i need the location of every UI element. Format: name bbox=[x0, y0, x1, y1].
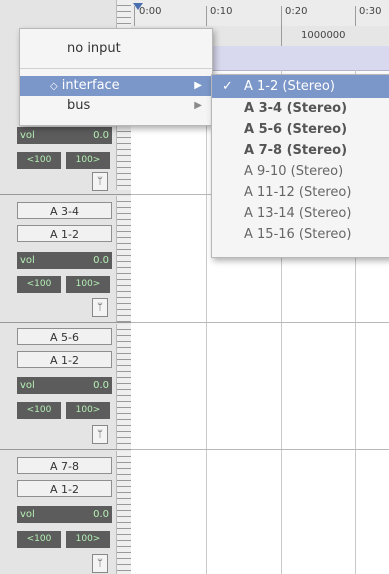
track-2-volume[interactable]: vol 0.0 bbox=[17, 252, 112, 269]
track-divider bbox=[0, 194, 131, 195]
track-1-pan-left[interactable]: <100 bbox=[17, 152, 61, 169]
track-lane-divider bbox=[131, 449, 389, 450]
track-4-level-meter bbox=[116, 451, 131, 574]
time-label: 0:30 bbox=[359, 6, 382, 17]
submenu-item-a11-12[interactable]: A 11-12 (Stereo) bbox=[212, 182, 389, 203]
time-tick bbox=[206, 6, 207, 26]
submenu-item-a7-8[interactable]: A 7-8 (Stereo) bbox=[212, 140, 389, 161]
track-4-pan-right[interactable]: 100> bbox=[66, 531, 110, 548]
submenu-item-a13-14[interactable]: A 13-14 (Stereo) bbox=[212, 203, 389, 224]
track-3-pan-right[interactable]: 100> bbox=[66, 402, 110, 419]
interface-submenu: ✓ A 1-2 (Stereo) A 3-4 (Stereo) A 5-6 (S… bbox=[211, 74, 389, 258]
submenu-item-a1-2[interactable]: ✓ A 1-2 (Stereo) bbox=[212, 75, 389, 98]
input-source-menu: no input ◇ interface ▶ bus ▶ bbox=[19, 28, 213, 126]
track-divider bbox=[0, 322, 131, 323]
track-3-pan-left[interactable]: <100 bbox=[17, 402, 61, 419]
submenu-item-a5-6[interactable]: A 5-6 (Stereo) bbox=[212, 119, 389, 140]
track-2-pan-left[interactable]: <100 bbox=[17, 276, 61, 293]
track-3-level-meter bbox=[116, 324, 131, 449]
menu-item-bus[interactable]: bus ▶ bbox=[20, 96, 212, 116]
submenu-item-a3-4[interactable]: A 3-4 (Stereo) bbox=[212, 98, 389, 119]
submenu-arrow-icon: ▶ bbox=[194, 100, 202, 111]
submenu-arrow-icon: ▶ bbox=[194, 80, 202, 91]
menu-item-interface[interactable]: ◇ interface ▶ bbox=[20, 76, 212, 96]
track-3-output-button[interactable]: A 1-2 bbox=[17, 351, 112, 368]
track-2-output-button[interactable]: A 1-2 bbox=[17, 225, 112, 242]
track-2-level-meter bbox=[116, 196, 131, 322]
track-lane-divider bbox=[131, 322, 389, 323]
track-3-input-button[interactable]: A 5-6 bbox=[17, 328, 112, 345]
fader-icon[interactable]: ᛘ bbox=[92, 298, 108, 317]
track-1-volume[interactable]: vol 0.0 bbox=[17, 127, 112, 144]
track-4-input-button[interactable]: A 7-8 bbox=[17, 457, 112, 474]
track-divider bbox=[0, 449, 131, 450]
fader-icon[interactable]: ᛘ bbox=[92, 172, 108, 191]
time-tick bbox=[281, 6, 282, 26]
track-4-pan-left[interactable]: <100 bbox=[17, 531, 61, 548]
menu-item-no-input[interactable]: no input bbox=[20, 37, 212, 61]
track-1-pan-right[interactable]: 100> bbox=[66, 152, 110, 169]
track-4-volume[interactable]: vol 0.0 bbox=[17, 506, 112, 523]
track-4-output-button[interactable]: A 1-2 bbox=[17, 480, 112, 497]
fader-icon[interactable]: ᛘ bbox=[92, 425, 108, 444]
diamond-icon: ◇ bbox=[50, 81, 58, 92]
track-2-pan-right[interactable]: 100> bbox=[66, 276, 110, 293]
bar-tick bbox=[281, 26, 282, 46]
time-label: 0:10 bbox=[210, 6, 233, 17]
playhead-icon[interactable] bbox=[133, 3, 143, 10]
submenu-item-a15-16[interactable]: A 15-16 (Stereo) bbox=[212, 224, 389, 245]
track-3-volume[interactable]: vol 0.0 bbox=[17, 377, 112, 394]
checkmark-icon: ✓ bbox=[222, 79, 233, 94]
fader-icon[interactable]: ᛘ bbox=[92, 554, 108, 573]
track-2-input-button[interactable]: A 3-4 bbox=[17, 202, 112, 219]
time-label: 0:20 bbox=[285, 6, 308, 17]
submenu-item-a9-10[interactable]: A 9-10 (Stereo) bbox=[212, 161, 389, 182]
menu-separator bbox=[20, 68, 212, 69]
time-tick bbox=[355, 6, 356, 26]
time-ruler[interactable]: 0:00 0:10 0:20 0:30 bbox=[131, 0, 389, 27]
bar-value: 1000000 bbox=[301, 30, 346, 41]
